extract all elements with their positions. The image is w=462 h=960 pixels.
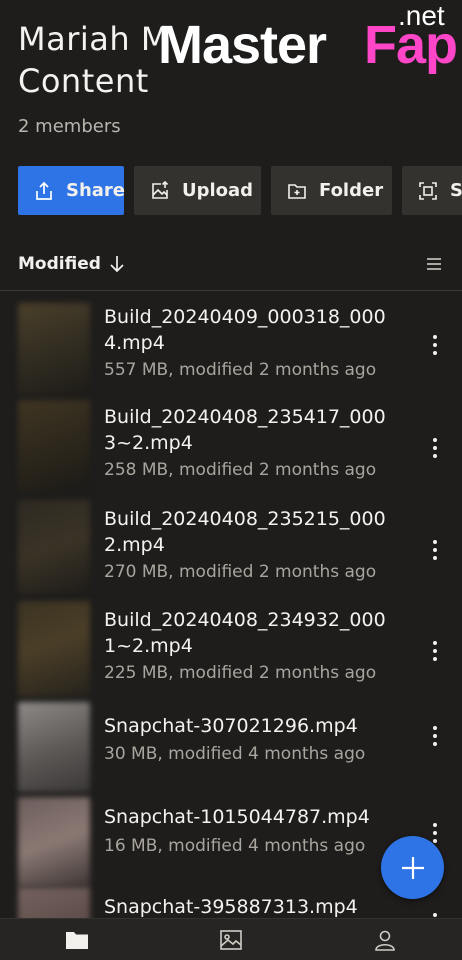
video-thumbnail bbox=[18, 500, 90, 594]
file-name: Build_20240408_234932_000 1~2.mp4 bbox=[104, 609, 386, 657]
bottom-nav bbox=[0, 918, 462, 960]
new-folder-button[interactable]: Folder bbox=[271, 166, 392, 215]
divider bbox=[0, 290, 462, 291]
file-name: Snapchat-1015044787.mp4 bbox=[104, 806, 370, 828]
list-view-icon[interactable] bbox=[426, 256, 442, 272]
scan-button[interactable]: S bbox=[402, 166, 462, 215]
plus-icon bbox=[401, 856, 424, 879]
upload-image-icon bbox=[152, 180, 169, 199]
nav-account[interactable] bbox=[355, 920, 415, 960]
folder-button-label: Folder bbox=[319, 180, 384, 201]
arrow-down-icon bbox=[110, 256, 124, 273]
file-name: Build_20240408_235417_000 3~2.mp4 bbox=[104, 406, 386, 454]
sort-bar: Modified bbox=[18, 250, 442, 278]
more-options-icon[interactable] bbox=[426, 538, 444, 562]
upload-button-label: Upload bbox=[182, 180, 254, 201]
file-name: Snapchat-395887313.mp4 bbox=[104, 896, 358, 918]
video-thumbnail bbox=[18, 303, 90, 395]
more-options-icon[interactable] bbox=[426, 724, 444, 748]
video-thumbnail bbox=[18, 400, 90, 492]
watermark-logo: Master Fap .net bbox=[158, 0, 462, 86]
nav-photos[interactable] bbox=[201, 920, 261, 960]
add-fab-button[interactable] bbox=[381, 836, 444, 899]
file-meta: 258 MB, modified 2 months ago bbox=[104, 460, 377, 480]
more-options-icon[interactable] bbox=[426, 333, 444, 357]
nav-files[interactable] bbox=[47, 920, 107, 960]
scan-button-label: S bbox=[450, 180, 462, 201]
share-button[interactable]: Share bbox=[18, 166, 126, 215]
video-thumbnail bbox=[18, 702, 90, 792]
video-thumbnail bbox=[18, 797, 90, 887]
new-folder-icon bbox=[288, 183, 306, 199]
sort-toggle[interactable]: Modified bbox=[18, 254, 125, 274]
share-button-label: Share bbox=[66, 180, 126, 201]
file-meta: 225 MB, modified 2 months ago bbox=[104, 663, 377, 683]
share-icon bbox=[36, 181, 52, 200]
watermark-net-text: .net bbox=[398, 0, 445, 31]
watermark-master-text: Master bbox=[158, 15, 327, 75]
file-meta: 557 MB, modified 2 months ago bbox=[104, 360, 377, 380]
more-options-icon[interactable] bbox=[426, 436, 444, 460]
file-name: Build_20240408_235215_000 2.mp4 bbox=[104, 508, 386, 556]
file-name: Snapchat-307021296.mp4 bbox=[104, 715, 358, 737]
account-icon bbox=[375, 930, 395, 951]
upload-button[interactable]: Upload bbox=[134, 166, 261, 215]
more-options-icon[interactable] bbox=[426, 639, 444, 663]
folder-icon bbox=[66, 931, 88, 949]
video-thumbnail bbox=[18, 601, 90, 697]
members-count[interactable]: 2 members bbox=[18, 116, 458, 137]
photos-icon bbox=[220, 929, 242, 950]
file-meta: 30 MB, modified 4 months ago bbox=[104, 744, 366, 764]
file-meta: 270 MB, modified 2 months ago bbox=[104, 562, 377, 582]
file-name: Build_20240409_000318_000 4.mp4 bbox=[104, 306, 386, 354]
sort-label: Modified bbox=[18, 254, 101, 274]
action-bar: Share Upload Folder S bbox=[18, 166, 462, 215]
file-meta: 16 MB, modified 4 months ago bbox=[104, 836, 366, 856]
scan-icon bbox=[419, 181, 437, 200]
